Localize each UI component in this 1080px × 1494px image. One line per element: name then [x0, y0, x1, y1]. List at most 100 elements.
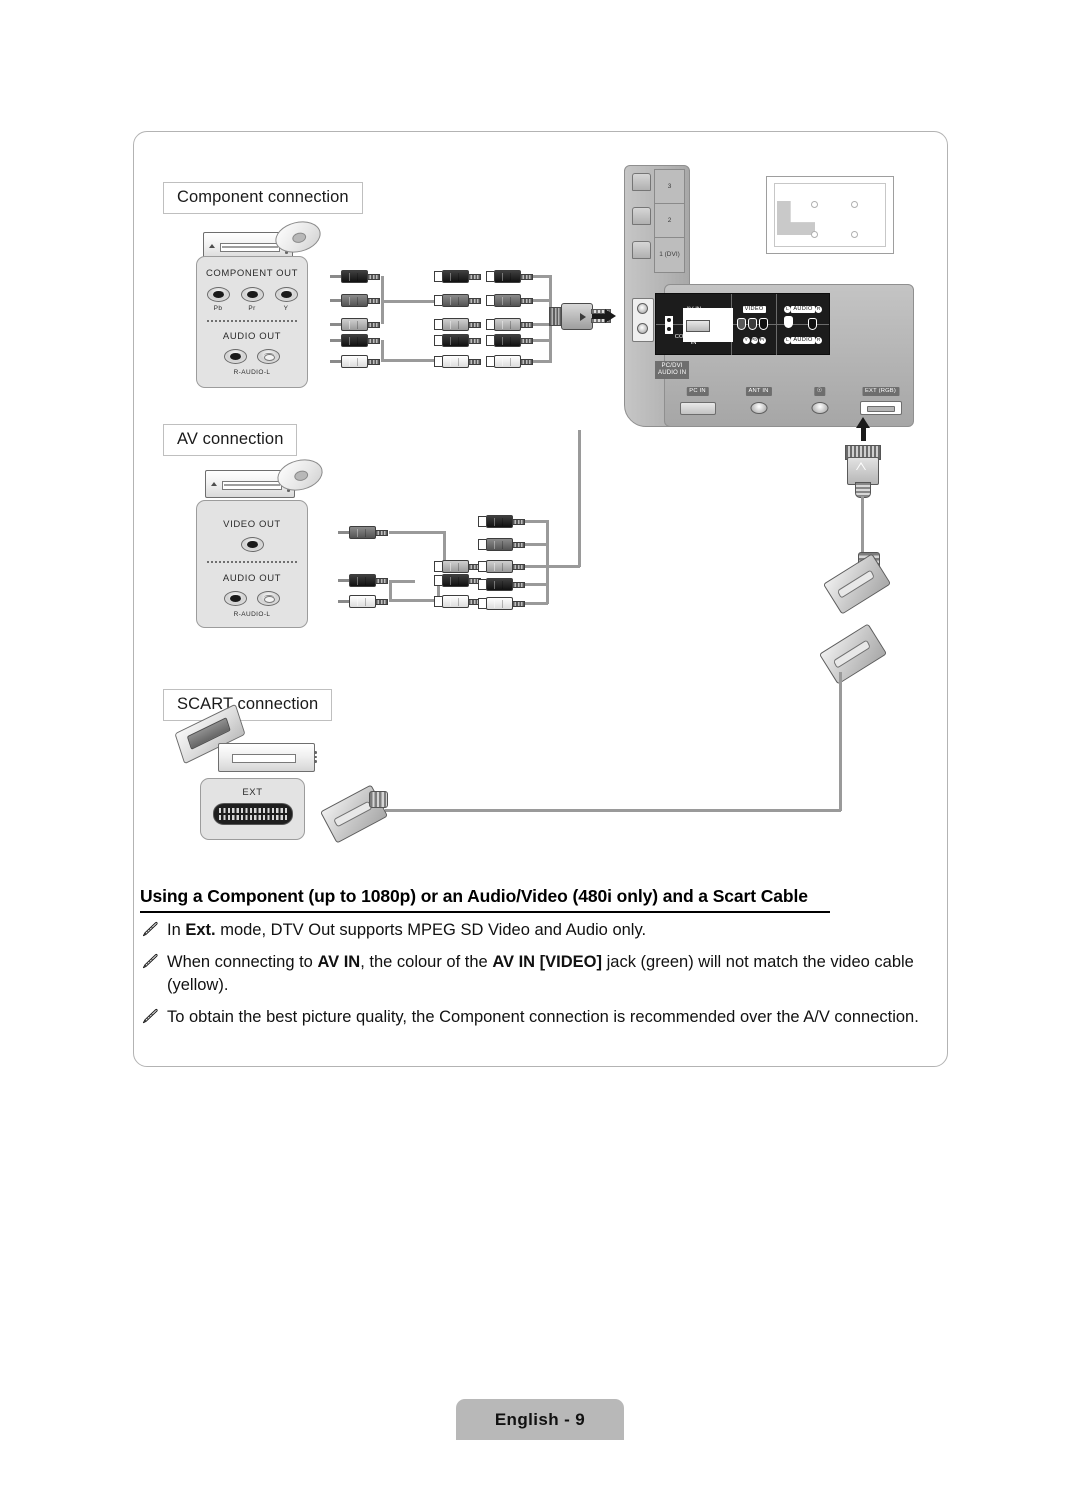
audio-left-circle: L [783, 305, 791, 313]
component-jack-pr [241, 287, 264, 302]
panel-divider [207, 320, 297, 322]
port-label-ant-in: ANT IN [745, 387, 772, 396]
av-in-plug-icon [686, 320, 710, 332]
av-rca-end-black [478, 515, 525, 528]
rca-connector-white-audio [434, 355, 481, 368]
av-out-jack-panel: VIDEO OUT AUDIO OUT R-AUDIO-L [196, 500, 308, 628]
audio-label-cell-bottom: L AUDIO R [777, 325, 829, 355]
cable-wire [389, 580, 415, 583]
note-item-2: When connecting to AV IN, the colour of … [142, 951, 942, 997]
hdmi-slot-1 [632, 241, 651, 259]
cable-wire [389, 531, 445, 534]
port-label-pc-in: PC IN [686, 387, 709, 396]
rca-connector-white-audio-end [486, 355, 533, 368]
scart-connector-upper [822, 552, 892, 615]
player-disc-slot [232, 754, 296, 763]
cable-wire [381, 300, 436, 303]
audio-jack-right [224, 591, 247, 606]
page-headline: Using a Component (up to 1080p) or an Au… [140, 886, 830, 913]
video-tag: VIDEO [742, 305, 766, 313]
component-audio-out-label: AUDIO OUT [222, 331, 282, 342]
note-text-1: In Ext. mode, DTV Out supports MPEG SD V… [167, 921, 647, 939]
cable-wire [525, 565, 580, 568]
scart-cable-wire [385, 809, 841, 812]
audio-tag-bottom: AUDIO [791, 336, 815, 344]
ant-in-socket [750, 402, 767, 414]
av-rca-end-black-audio [478, 578, 525, 591]
arrow-right-icon [592, 309, 616, 323]
eject-icon [209, 244, 215, 248]
tv-bottom-port-strip: PC IN ANT IN ☉ EXT (RGB) [669, 387, 909, 415]
scart-plug-to-device [319, 784, 391, 844]
port-ext-rgb: EXT (RGB) [852, 387, 909, 415]
rca-connector-gray [330, 294, 380, 307]
component-audio-sub-label: R-AUDIO-L [233, 369, 271, 376]
triangle-icon [856, 462, 866, 470]
rca-connector-gray [434, 294, 481, 307]
audio-right-circle: R [815, 305, 823, 313]
component-jack-y [275, 287, 298, 302]
cable-wire [381, 340, 384, 361]
av-in-dot-pair [665, 316, 673, 334]
component-jack-label-pr: Pr [248, 305, 256, 312]
ext-label: EXT [242, 787, 263, 798]
section-title-scart: SCART connection [163, 689, 333, 721]
minijack-audio-left [784, 316, 793, 328]
minijack-audio-right [808, 318, 817, 330]
pencil-icon [142, 921, 158, 937]
pc-in-socket [679, 402, 716, 415]
note-item-3: To obtain the best picture quality, the … [142, 1006, 942, 1029]
arrow-up-icon [856, 417, 870, 441]
port-label-ext-rgb: EXT (RGB) [861, 387, 900, 396]
cable-wire [443, 531, 446, 563]
av-rca-connector-right [338, 574, 388, 587]
note-text-3: To obtain the best picture quality, the … [167, 1008, 919, 1026]
player-disc-slot [222, 481, 282, 490]
cable-wire [578, 430, 581, 567]
wall-mount-inner-frame [774, 183, 886, 247]
cable-wire [525, 583, 548, 586]
component-pin-y: Y [742, 336, 750, 344]
cable-wire [525, 602, 548, 605]
port-pc-in: PC IN [669, 387, 726, 415]
pencil-icon [142, 953, 158, 969]
audio-tag-top: AUDIO [791, 305, 815, 313]
av-rca-mid-left [434, 595, 481, 608]
rca-connector-black-audio-end [486, 334, 533, 347]
mount-screw-hole [851, 201, 858, 208]
cable-wire [389, 580, 392, 600]
rca-connector-gray-end [486, 294, 533, 307]
pencil-icon [142, 1008, 158, 1024]
minijack-video-red [759, 318, 768, 330]
av-rca-mid-right [434, 574, 481, 587]
rca-connector-lightgray-end [486, 318, 533, 331]
component-jack-label-pb: Pb [213, 305, 223, 312]
player-indicator-dots [314, 751, 317, 765]
cable-wire [525, 543, 548, 546]
scart-cable-wire [861, 496, 864, 560]
hdmi-label-2: 2 [655, 204, 684, 238]
hdmi-label-3: 3 [655, 170, 684, 204]
audio-jack-right [224, 349, 247, 364]
av-rca-end-gray [478, 538, 525, 551]
hdmi-label-1-dvi: 1 (DVI) [659, 251, 680, 259]
audio-right-circle-bottom: R [815, 336, 823, 344]
note-item-1: In Ext. mode, DTV Out supports MPEG SD V… [142, 919, 942, 942]
scart-port [213, 803, 293, 825]
component-pin-pr: Pr [758, 336, 766, 344]
eject-icon [211, 482, 217, 486]
cable-wire [389, 599, 439, 602]
av-rca-mid-video [434, 560, 481, 573]
hdmi-slot-3 [632, 173, 651, 191]
minijack-video-green [737, 318, 746, 330]
headphone-socket [811, 402, 828, 414]
video-out-label: VIDEO OUT [223, 519, 281, 530]
component-out-jack-panel: COMPONENT OUT Pb Pr Y AUDIO OUT R-AUDIO-… [196, 256, 308, 388]
component-jack-label-y: Y [283, 305, 289, 312]
rca-connector-black [434, 270, 481, 283]
wall-mount-diagram [766, 176, 894, 254]
port-headphone: ☉ [791, 387, 848, 415]
scart-cable-wire [839, 672, 842, 811]
ext-rgb-socket [859, 401, 902, 415]
mount-screw-hole [811, 201, 818, 208]
